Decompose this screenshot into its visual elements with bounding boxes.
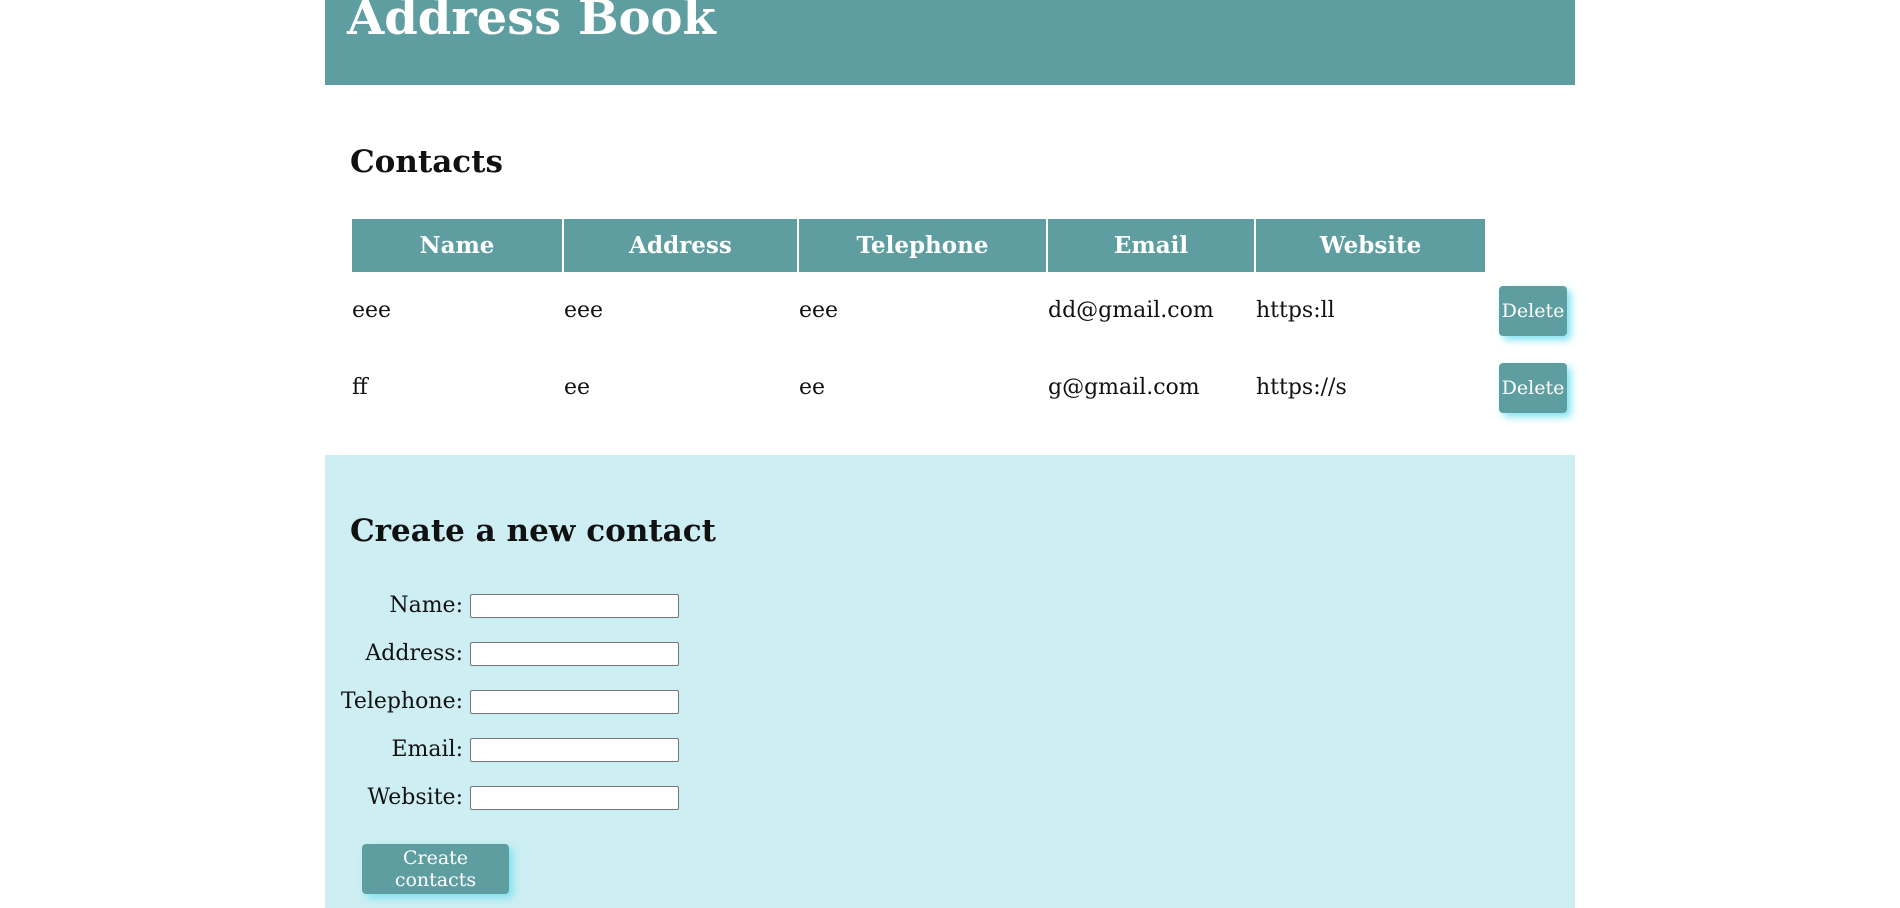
name-label: Name: bbox=[389, 593, 463, 618]
email-label: Email: bbox=[391, 737, 463, 762]
delete-button[interactable]: Delete bbox=[1499, 362, 1567, 413]
column-header-action bbox=[1487, 219, 1567, 272]
contact-address-cell: eee bbox=[564, 298, 604, 323]
create-contacts-button[interactable]: Create contacts bbox=[362, 844, 509, 894]
address-field-row: Address: bbox=[325, 640, 725, 668]
contact-email-cell: dd@gmail.com bbox=[1048, 298, 1214, 323]
telephone-label: Telephone: bbox=[340, 689, 463, 714]
contact-address-cell: ee bbox=[564, 375, 591, 400]
contact-telephone-cell: eee bbox=[799, 298, 839, 323]
contact-website-cell: https:ll bbox=[1256, 298, 1335, 323]
telephone-input[interactable] bbox=[470, 690, 679, 714]
telephone-field-row: Telephone: bbox=[325, 688, 725, 716]
contact-email-cell: g@gmail.com bbox=[1048, 375, 1200, 400]
email-input[interactable] bbox=[470, 738, 679, 762]
column-header-email: Email bbox=[1048, 219, 1254, 272]
column-header-address: Address bbox=[564, 219, 797, 272]
create-contact-heading: Create a new contact bbox=[350, 513, 716, 549]
website-input[interactable] bbox=[470, 786, 679, 810]
contact-action-cell: Delete bbox=[1487, 272, 1567, 349]
name-field-row: Name: bbox=[325, 592, 725, 620]
app-title: Address Book bbox=[347, 0, 716, 46]
column-header-website: Website bbox=[1256, 219, 1485, 272]
table-header-row: Name Address Telephone Email Website bbox=[352, 219, 1567, 272]
contact-website-cell: https://s bbox=[1256, 375, 1347, 400]
create-contact-panel: Create a new contact Name: Address: Tele… bbox=[325, 455, 1575, 908]
contact-action-cell: Delete bbox=[1487, 349, 1567, 426]
page: Address Book Contacts Name Address Telep… bbox=[325, 0, 1575, 908]
delete-button[interactable]: Delete bbox=[1499, 285, 1567, 336]
contact-name-cell: ff bbox=[352, 375, 368, 400]
contacts-table: Name Address Telephone Email Website eee… bbox=[350, 219, 1569, 426]
email-field-row: Email: bbox=[325, 736, 725, 764]
header-banner: Address Book bbox=[325, 0, 1575, 85]
website-label: Website: bbox=[367, 785, 463, 810]
contact-name-cell: eee bbox=[352, 298, 392, 323]
column-header-telephone: Telephone bbox=[799, 219, 1046, 272]
column-header-name: Name bbox=[352, 219, 562, 272]
website-field-row: Website: bbox=[325, 784, 725, 812]
address-input[interactable] bbox=[470, 642, 679, 666]
table-row: eee eee eee dd@gmail.com https:ll Delete bbox=[352, 272, 1567, 349]
table-row: ff ee ee g@gmail.com https://s Delete bbox=[352, 349, 1567, 426]
name-input[interactable] bbox=[470, 594, 679, 618]
contacts-heading: Contacts bbox=[350, 144, 503, 180]
contact-telephone-cell: ee bbox=[799, 375, 826, 400]
address-label: Address: bbox=[365, 641, 463, 666]
